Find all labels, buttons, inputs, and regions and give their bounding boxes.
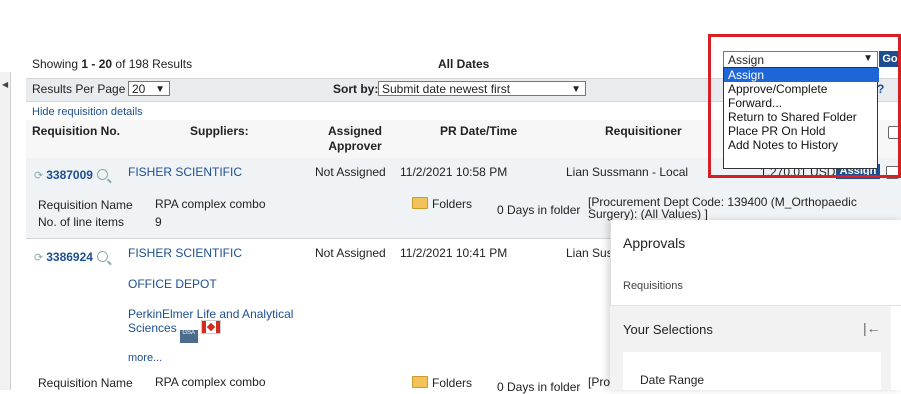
- results-per-page-value: 20: [132, 82, 146, 96]
- gsa-badge-icon: GSA: [179, 330, 198, 343]
- results-per-page-select[interactable]: 20 ▼: [128, 81, 170, 96]
- highlight-box: [708, 34, 901, 178]
- panel-title: Approvals: [623, 235, 686, 251]
- approver-line-2: Approver: [328, 139, 382, 153]
- canada-flag-icon: [200, 320, 221, 334]
- col-header-requisition[interactable]: Requisition No.: [32, 124, 120, 138]
- row1-requisitioner: Lian Sussmann - Local: [566, 165, 689, 179]
- req-number[interactable]: 3386924: [46, 250, 93, 264]
- row1-supplier[interactable]: FISHER SCIENTIFIC: [128, 165, 242, 179]
- row1-items-label: No. of line items: [38, 215, 125, 229]
- row2-date: 11/2/2021 10:41 PM: [400, 246, 508, 260]
- row2-name-value: RPA complex combo: [155, 375, 266, 389]
- refresh-icon: ⟳: [34, 252, 44, 264]
- col-header-date[interactable]: PR Date/Time: [440, 124, 517, 138]
- folder-icon: [412, 376, 428, 388]
- tab-requisitions[interactable]: Requisitions: [623, 280, 683, 292]
- req-number[interactable]: 3387009: [46, 168, 93, 182]
- row1-items-value: 9: [155, 215, 162, 229]
- your-selections-heading: Your Selections: [623, 322, 713, 337]
- collapse-left-icon[interactable]: |←: [863, 320, 881, 336]
- row2-supplier-3[interactable]: PerkinElmer Life and Analytical: [128, 307, 293, 321]
- approver-line-1: Assigned: [328, 124, 383, 138]
- supplier-name-cont[interactable]: Sciences: [128, 321, 177, 335]
- row2-name-label: Requisition Name: [38, 376, 133, 390]
- magnifier-icon[interactable]: [96, 169, 108, 180]
- left-collapse-strip[interactable]: [0, 72, 11, 390]
- more-link[interactable]: more...: [128, 352, 162, 364]
- panel-edge: [891, 306, 901, 390]
- row1-folders[interactable]: Folders: [412, 197, 472, 211]
- folders-label: Folders: [432, 376, 473, 390]
- sort-label: Sort by:: [333, 82, 379, 96]
- row1-days-in-folder: 0 Days in folder: [497, 203, 581, 217]
- row2-supplier-2[interactable]: OFFICE DEPOT: [128, 277, 217, 291]
- row2-supplier-3b[interactable]: Sciences GSA: [128, 320, 221, 343]
- date-filter-label: All Dates: [438, 57, 490, 71]
- row1-reqno[interactable]: ⟳ 3387009: [34, 168, 108, 182]
- row2-requisitioner: Lian Sus: [566, 246, 613, 260]
- dept-line-2: Surgery): (All Values) ]: [588, 207, 708, 221]
- refresh-icon: ⟳: [34, 170, 44, 182]
- row1-name-label: Requisition Name: [38, 198, 133, 212]
- results-per-page-label: Results Per Page: [32, 82, 126, 96]
- row2-reqno[interactable]: ⟳ 3386924: [34, 250, 108, 264]
- row1-name-value: RPA complex combo: [155, 197, 266, 211]
- folders-label: Folders: [432, 197, 473, 211]
- magnifier-icon[interactable]: [96, 251, 108, 262]
- collapse-arrow-icon[interactable]: ◀: [2, 80, 8, 89]
- sort-select[interactable]: Submit date newest first ▼: [378, 81, 586, 96]
- col-header-requisitioner[interactable]: Requisitioner: [605, 124, 682, 138]
- sort-value: Submit date newest first: [382, 82, 511, 96]
- col-header-suppliers[interactable]: Suppliers:: [190, 124, 249, 138]
- chevron-down-icon: ▼: [155, 84, 165, 95]
- chevron-down-icon: ▼: [571, 84, 581, 95]
- row2-dept: [Pro: [588, 375, 611, 389]
- col-header-approver[interactable]: Assigned Approver: [328, 124, 382, 154]
- folder-icon: [412, 197, 428, 209]
- results-summary: Showing 1 - 20 of 198 Results: [32, 57, 193, 71]
- row2-folders[interactable]: Folders: [412, 376, 472, 390]
- date-range-label: Date Range: [640, 373, 705, 387]
- hide-details-link[interactable]: Hide requisition details: [32, 106, 143, 118]
- row2-supplier-1[interactable]: FISHER SCIENTIFIC: [128, 246, 242, 260]
- row1-date: 11/2/2021 10:58 PM: [400, 165, 508, 179]
- row1-approver: Not Assigned: [315, 165, 386, 179]
- row2-approver: Not Assigned: [315, 246, 386, 260]
- row2-days-in-folder: 0 Days in folder: [497, 380, 581, 394]
- row1-dept: [Procurement Dept Code: 139400 (M_Orthop…: [588, 196, 857, 220]
